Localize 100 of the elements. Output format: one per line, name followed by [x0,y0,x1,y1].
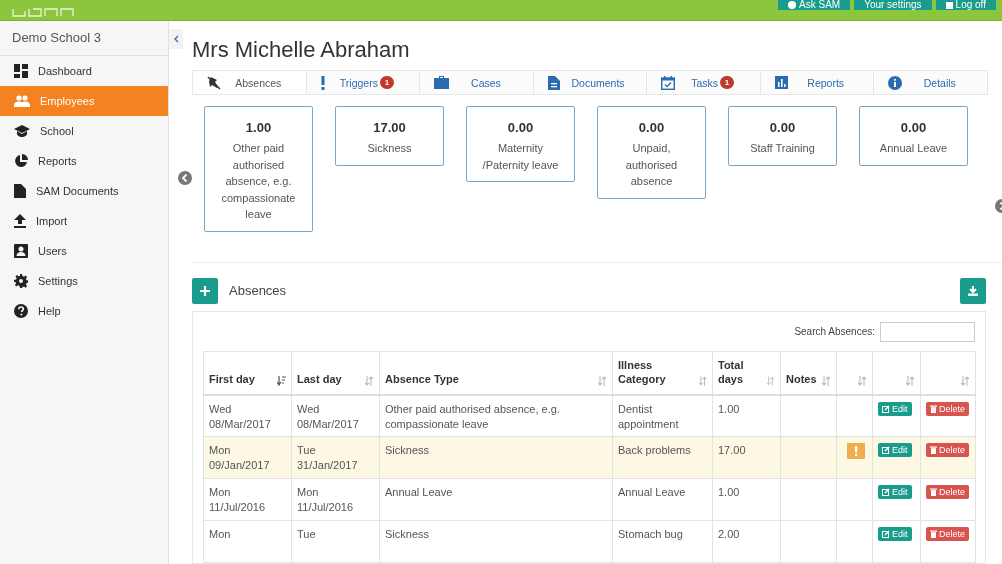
sidebar-item[interactable]: Settings [0,266,168,296]
sidebar-item[interactable]: SAM Documents [0,176,168,206]
table-cell: Mon 09/Jan/2017 [209,444,270,471]
tab[interactable]: Documents [533,71,648,94]
sort-icon[interactable] [961,375,970,386]
sort-icon[interactable] [906,375,915,386]
summary-card: 1.00 Other paid authorised absence, e.g. compassionate leave [204,106,313,232]
sort-icon[interactable] [858,375,867,386]
dashboard-icon [14,64,28,78]
tab[interactable]: Triggers 1 [306,71,421,94]
table-cell: Sickness [385,528,430,540]
tab[interactable]: Tasks 1 [647,71,761,94]
delete-button[interactable]: Delete [926,527,969,541]
sort-descending-icon[interactable] [277,375,286,386]
summary-card: 17.00 Sickness [335,106,444,166]
search-label: Search Absences: [794,326,875,337]
table-cell: Mon [209,528,231,540]
chevron-left-icon [173,35,179,43]
trash-icon [930,530,937,538]
collapse-button[interactable] [169,29,183,49]
edit-icon [882,488,890,496]
table-cell: Stomach bug [618,528,683,540]
delete-button[interactable]: Delete [926,443,969,457]
tab[interactable]: Cases [420,71,534,94]
exclamation-icon [320,75,325,90]
carousel-previous-icon[interactable] [178,171,192,185]
summary-card: 0.00 Staff Training [728,106,837,166]
delete-button[interactable]: Delete [926,401,969,416]
briefcase-icon [434,76,450,89]
table-cell: 1.00 [718,486,740,498]
count-badge: 1 [720,76,734,89]
column-header[interactable]: First day [209,371,255,386]
sidebar-item[interactable]: Reports [0,146,168,176]
plus-icon [200,285,210,296]
table-cell: Wed 08/Mar/2017 [209,402,271,430]
table-cell: Other paid authorised absence, e.g. compassionate leave [385,402,560,430]
table-cell: Back problems [618,444,691,456]
info-icon [888,75,903,90]
pie-chart-icon [14,154,28,168]
table-cell: Sickness [385,444,430,456]
column-header[interactable]: Notes [786,371,817,386]
document-icon [14,184,26,198]
table-cell: Annual Leave [385,486,453,498]
table-cell: Wed 08/Mar/2017 [297,402,359,430]
graduation-cap-icon [14,125,30,137]
table-cell: Tue 31/Jan/2017 [297,444,358,471]
sort-icon[interactable] [698,375,707,386]
edit-button[interactable]: Edit [878,443,912,457]
calendar-check-icon [661,75,676,90]
count-badge: 1 [379,76,394,89]
edit-button[interactable]: Edit [878,401,912,416]
trash-icon [930,446,937,454]
pin-icon [207,75,221,90]
edit-icon [882,404,890,413]
sort-icon[interactable] [365,375,374,386]
user-card-icon [14,244,28,258]
table-cell: 2.00 [718,528,740,540]
search-field[interactable] [880,321,975,342]
upload-icon [14,214,26,228]
column-header[interactable]: Absence Type [385,371,459,386]
delete-button[interactable]: Delete [926,485,969,499]
table-cell: Tue [297,528,316,540]
edit-icon [882,530,890,538]
trash-icon [930,404,937,413]
table-cell: 17.00 [718,444,746,456]
school-name: Demo School 3 [0,21,168,56]
document-icon [547,75,560,90]
people-icon [14,95,30,107]
sort-icon[interactable] [767,375,775,386]
sort-icon[interactable] [822,375,831,386]
edit-button[interactable]: Edit [878,485,912,499]
column-header[interactable]: Last day [297,371,342,386]
summary-card: 0.00 Maternity /Paternity leave [466,106,575,182]
edit-button[interactable]: Edit [878,527,912,541]
top-bar-button[interactable]: Log off [935,0,996,10]
table-cell: Mon 11/Jul/2016 [209,486,266,513]
sort-icon[interactable] [598,375,607,386]
add-button[interactable] [192,277,218,304]
download-button[interactable] [960,277,986,304]
sidebar-item[interactable]: Dashboard [0,56,168,86]
sidebar-item[interactable]: Help [0,296,168,326]
tab[interactable]: Reports [760,71,875,94]
logout-icon [945,1,953,9]
section-title: Absences [229,283,288,298]
summary-card: 0.00 Annual Leave [859,106,968,166]
table-cell: Annual Leave [618,486,686,498]
trash-icon [930,488,937,496]
top-bar-button[interactable]: Ask SAM [778,0,851,10]
edit-icon [882,446,890,454]
summary-card: 0.00 Unpaid, authorised absence [597,106,706,199]
sidebar-item[interactable]: Import [0,206,168,236]
top-bar-button[interactable]: Your settings [854,0,932,10]
table-cell: Dentist appointment [618,402,679,430]
page-title: Mrs Michelle Abraham [192,37,411,63]
sidebar-item[interactable]: Users [0,236,168,266]
table-cell: Mon 11/Jul/2016 [297,486,354,513]
sidebar-item[interactable]: School [0,116,168,146]
download-icon [968,285,978,296]
tab[interactable]: Details [874,71,988,94]
settings-icon [14,274,28,288]
